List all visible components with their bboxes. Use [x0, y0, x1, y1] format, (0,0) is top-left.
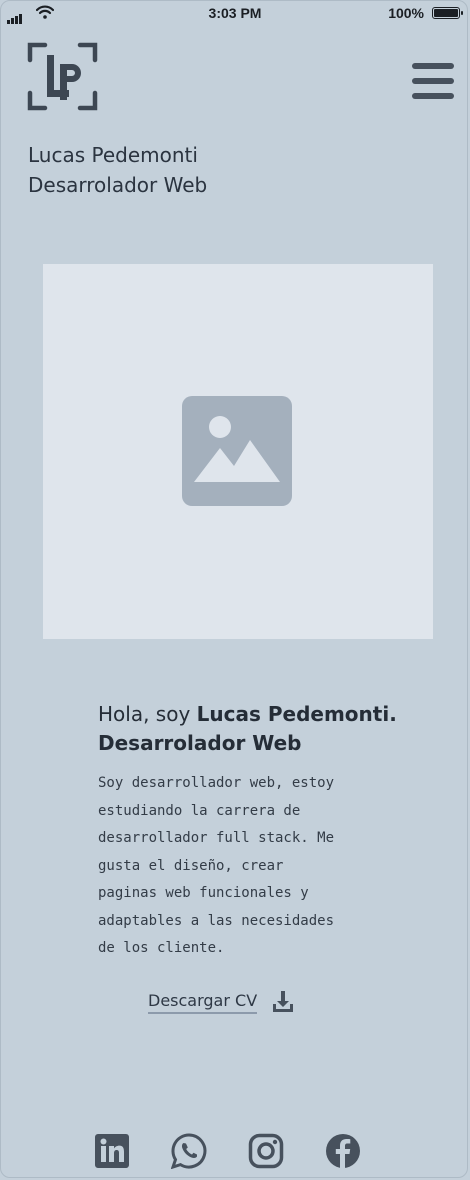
status-bar: 3:03 PM 100%: [0, 0, 470, 26]
header-title: Lucas Pedemonti Desarrolador Web: [28, 140, 207, 200]
hero-image-placeholder: [43, 264, 433, 639]
download-cv-button[interactable]: Descargar CV: [148, 990, 295, 1014]
intro-description: Soy desarrollador web, estoy estudiando …: [98, 775, 335, 956]
download-icon[interactable]: [271, 990, 295, 1014]
header-role: Desarrolador Web: [28, 173, 208, 197]
greeting-prefix: Hola, soy: [98, 702, 197, 726]
download-cv-label[interactable]: Descargar CV: [148, 991, 258, 1014]
header-name: Lucas Pedemonti: [28, 143, 198, 167]
linkedin-icon[interactable]: [94, 1133, 130, 1169]
social-links: [0, 1133, 470, 1171]
greeting-role: Desarrolador Web: [98, 731, 302, 755]
greeting-name: Lucas Pedemonti.: [196, 702, 397, 726]
whatsapp-icon[interactable]: [171, 1133, 207, 1169]
greeting: Hola, soy Lucas Pedemonti. Desarrolador …: [98, 700, 398, 758]
battery-percent: 100%: [388, 5, 424, 21]
intro-section: Hola, soy Lucas Pedemonti. Desarrolador …: [98, 700, 398, 963]
facebook-icon[interactable]: [325, 1133, 361, 1169]
logo[interactable]: [27, 42, 98, 111]
image-placeholder-icon: [182, 396, 292, 506]
instagram-icon[interactable]: [248, 1133, 284, 1169]
hamburger-menu-icon[interactable]: [412, 63, 454, 99]
battery-icon: [432, 7, 463, 19]
